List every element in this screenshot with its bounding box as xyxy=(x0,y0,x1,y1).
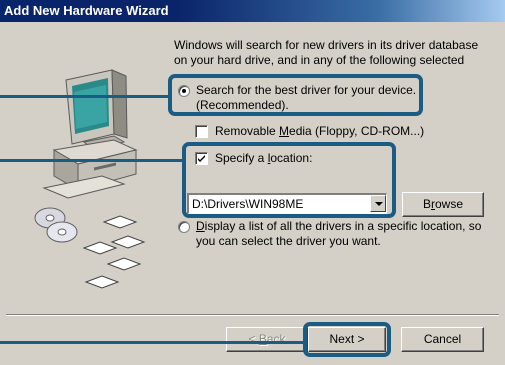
display-list-line2: you can select the driver you want. xyxy=(196,234,381,248)
callout-search-best xyxy=(168,74,423,116)
cancel-label: Cancel xyxy=(423,332,462,346)
removable-media-text-a: Removable xyxy=(215,124,280,138)
callout-next-button xyxy=(303,322,391,357)
back-button[interactable]: < Back xyxy=(226,327,308,352)
wizard-illustration xyxy=(34,69,146,289)
wizard-content: Windows will search for new drivers in i… xyxy=(0,22,505,365)
callout-specify-location xyxy=(182,142,396,218)
removable-media-label[interactable]: Removable Media (Floppy, CD-ROM...) xyxy=(215,124,424,139)
removable-media-checkbox[interactable] xyxy=(195,125,208,138)
display-list-text-a: isplay a list of all the drivers in a sp… xyxy=(204,219,482,233)
display-list-accesskey: D xyxy=(196,219,205,233)
floppy-disk-icon xyxy=(82,215,146,289)
display-list-radio[interactable] xyxy=(178,221,190,233)
removable-media-text-b: edia (Floppy, CD-ROM...) xyxy=(289,124,425,138)
browse-text-b: owse xyxy=(435,197,464,211)
removable-media-accesskey: M xyxy=(279,124,290,138)
computer-icon xyxy=(42,69,138,199)
cd-disc-icon xyxy=(34,207,78,243)
browse-button[interactable]: Browse xyxy=(402,192,484,217)
callout-pointer-2 xyxy=(0,159,184,162)
title-bar[interactable]: Add New Hardware Wizard xyxy=(0,0,505,22)
footer-separator xyxy=(6,314,499,316)
callout-pointer-1 xyxy=(0,95,170,98)
intro-text: Windows will search for new drivers in i… xyxy=(174,38,479,67)
wizard-window: Add New Hardware Wizard Windows will sea… xyxy=(0,0,505,365)
browse-text-a: B xyxy=(422,197,431,211)
display-list-label[interactable]: Display a list of all the drivers in a s… xyxy=(196,219,481,249)
display-list-line1: Display a list of all the drivers in a s… xyxy=(196,219,481,234)
cancel-button[interactable]: Cancel xyxy=(401,327,484,352)
window-title: Add New Hardware Wizard xyxy=(4,3,169,18)
callout-pointer-3 xyxy=(0,341,305,344)
